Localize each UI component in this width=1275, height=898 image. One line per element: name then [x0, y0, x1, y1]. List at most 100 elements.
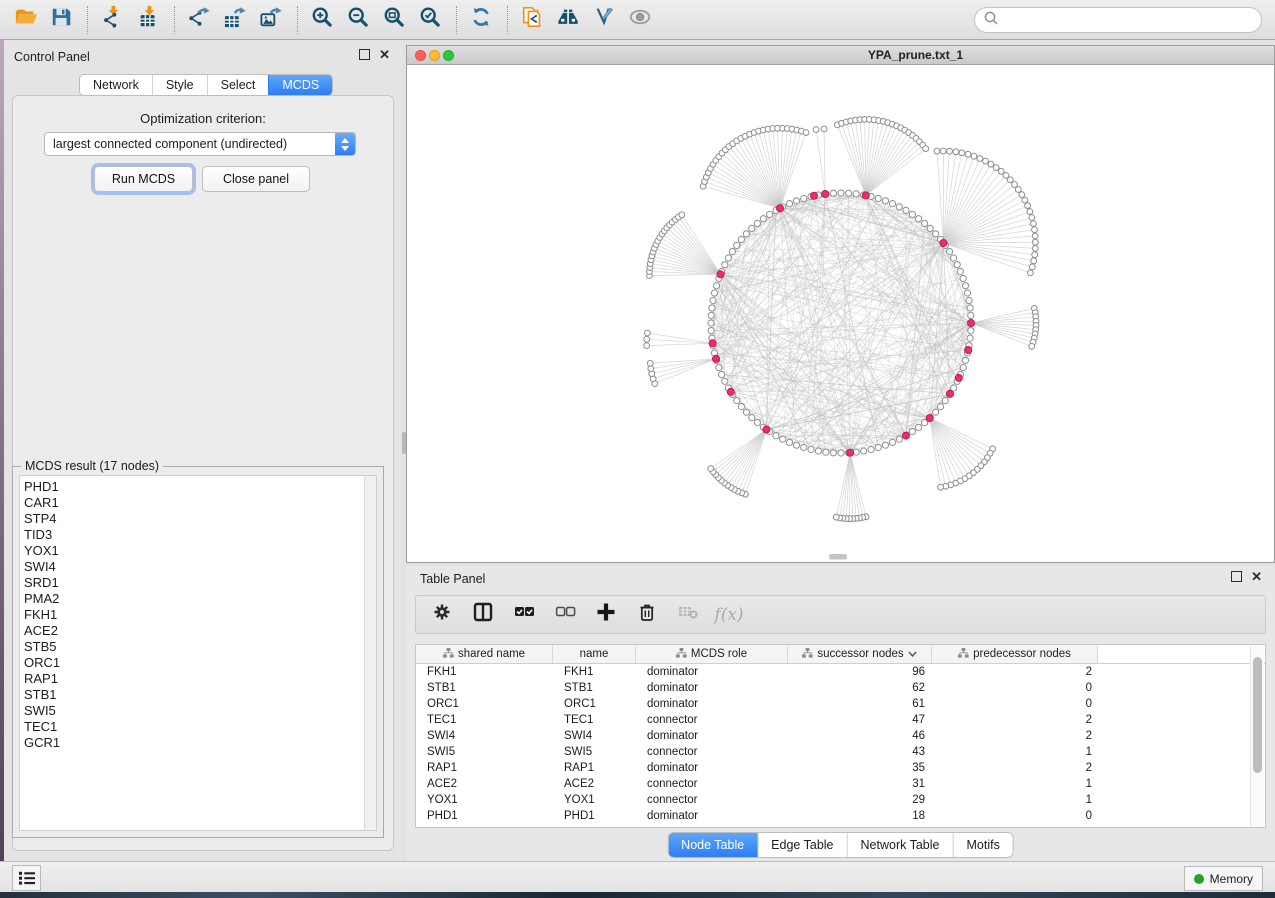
delete-entry-button[interactable] — [635, 603, 659, 627]
cell-shared-name[interactable]: PHD1 — [416, 810, 553, 822]
cell-MCDS-role[interactable]: dominator — [636, 810, 788, 822]
cell-shared-name[interactable]: FKH1 — [416, 666, 553, 678]
deselect-all-rows-button[interactable] — [553, 603, 577, 627]
tab-style[interactable]: Style — [152, 75, 207, 95]
cell-MCDS-role[interactable]: dominator — [636, 730, 788, 742]
cell-MCDS-role[interactable]: connector — [636, 746, 788, 758]
cell-successor-nodes[interactable]: 47 — [788, 714, 932, 726]
add-entry-button[interactable] — [594, 603, 618, 627]
refresh-view-button[interactable] — [464, 4, 500, 36]
mcds-result-item[interactable]: FKH1 — [24, 607, 376, 623]
cell-predecessor-nodes[interactable]: 2 — [932, 666, 1098, 678]
float-panel-icon[interactable] — [359, 49, 370, 60]
mcds-result-item[interactable]: TEC1 — [24, 719, 376, 735]
close-table-panel-icon[interactable]: ✕ — [1251, 572, 1262, 581]
network-canvas[interactable] — [407, 64, 1274, 562]
table-scrollbar-thumb[interactable] — [1253, 657, 1262, 773]
column-header-successor-nodes[interactable]: successor nodes — [788, 645, 932, 663]
zoom-in-button[interactable] — [305, 4, 341, 36]
table-row[interactable]: FKH1FKH1dominator962 — [416, 664, 1265, 680]
column-header-MCDS-role[interactable]: MCDS role — [636, 645, 788, 663]
cell-MCDS-role[interactable]: dominator — [636, 682, 788, 694]
column-header-predecessor-nodes[interactable]: predecessor nodes — [932, 645, 1098, 663]
table-row[interactable]: SWI4SWI4dominator462 — [416, 728, 1265, 744]
cell-name[interactable]: SWI5 — [553, 746, 636, 758]
float-table-panel-icon[interactable] — [1231, 571, 1242, 582]
cell-shared-name[interactable]: YOX1 — [416, 794, 553, 806]
mcds-result-item[interactable]: PMA2 — [24, 591, 376, 607]
table-row[interactable]: STB1STB1dominator620 — [416, 680, 1265, 696]
cell-shared-name[interactable]: ORC1 — [416, 698, 553, 710]
mcds-result-item[interactable]: ORC1 — [24, 655, 376, 671]
cell-predecessor-nodes[interactable]: 1 — [932, 794, 1098, 806]
table-row[interactable]: TEC1TEC1connector472 — [416, 712, 1265, 728]
table-row[interactable]: ACE2ACE2connector311 — [416, 776, 1265, 792]
tab-network[interactable]: Network — [80, 75, 152, 95]
cell-name[interactable]: RAP1 — [553, 762, 636, 774]
run-mcds-button[interactable]: Run MCDS — [94, 166, 193, 192]
window-minimize-traffic-light[interactable] — [429, 50, 440, 61]
window-close-traffic-light[interactable] — [415, 50, 426, 61]
cell-predecessor-nodes[interactable]: 2 — [932, 730, 1098, 742]
tab-select[interactable]: Select — [207, 75, 269, 95]
toggle-panel-layout-button[interactable] — [471, 603, 495, 627]
mcds-result-item[interactable]: RAP1 — [24, 671, 376, 687]
table-row[interactable]: YOX1YOX1connector291 — [416, 792, 1265, 808]
mcds-result-item[interactable]: TID3 — [24, 527, 376, 543]
mcds-result-item[interactable]: YOX1 — [24, 543, 376, 559]
cell-shared-name[interactable]: RAP1 — [416, 762, 553, 774]
mcds-result-item[interactable]: SRD1 — [24, 575, 376, 591]
cell-name[interactable]: TEC1 — [553, 714, 636, 726]
cell-successor-nodes[interactable]: 62 — [788, 682, 932, 694]
memory-button[interactable]: Memory — [1184, 866, 1263, 891]
zoom-fit-button[interactable] — [377, 4, 413, 36]
cell-name[interactable]: ORC1 — [553, 698, 636, 710]
cell-successor-nodes[interactable]: 43 — [788, 746, 932, 758]
table-tab-motifs[interactable]: Motifs — [952, 833, 1012, 857]
cell-shared-name[interactable]: TEC1 — [416, 714, 553, 726]
cell-name[interactable]: SWI4 — [553, 730, 636, 742]
save-session-button[interactable] — [44, 4, 80, 36]
mcds-result-item[interactable]: STP4 — [24, 511, 376, 527]
export-table-button[interactable] — [218, 4, 254, 36]
edit-annotations-button[interactable] — [587, 4, 623, 36]
export-network-button[interactable] — [182, 4, 218, 36]
mcds-result-item[interactable]: SWI4 — [24, 559, 376, 575]
column-header-shared-name[interactable]: shared name — [416, 645, 553, 663]
mcds-result-item[interactable]: CAR1 — [24, 495, 376, 511]
cell-name[interactable]: FKH1 — [553, 666, 636, 678]
mcds-result-list[interactable]: PHD1CAR1STP4TID3YOX1SWI4SRD1PMA2FKH1ACE2… — [19, 475, 377, 831]
cell-name[interactable]: ACE2 — [553, 778, 636, 790]
task-history-button[interactable] — [12, 865, 41, 891]
network-hscrollbar-thumb[interactable] — [829, 554, 847, 560]
table-tab-edge-table[interactable]: Edge Table — [757, 833, 846, 857]
mcds-result-item[interactable]: STB1 — [24, 687, 376, 703]
mcds-result-item[interactable]: ACE2 — [24, 623, 376, 639]
cell-predecessor-nodes[interactable]: 0 — [932, 810, 1098, 822]
cell-name[interactable]: PHD1 — [553, 810, 636, 822]
cell-predecessor-nodes[interactable]: 1 — [932, 778, 1098, 790]
mcds-result-item[interactable]: GCR1 — [24, 735, 376, 751]
search-box[interactable] — [974, 7, 1262, 33]
mcds-result-item[interactable]: PHD1 — [24, 479, 376, 495]
table-row[interactable]: PHD1PHD1dominator180 — [416, 808, 1265, 824]
cell-predecessor-nodes[interactable]: 0 — [932, 698, 1098, 710]
close-panel-icon[interactable]: ✕ — [379, 50, 390, 59]
search-input[interactable] — [999, 12, 1261, 28]
cell-successor-nodes[interactable]: 35 — [788, 762, 932, 774]
cell-MCDS-role[interactable]: dominator — [636, 666, 788, 678]
cell-shared-name[interactable]: SWI5 — [416, 746, 553, 758]
column-header-name[interactable]: name — [553, 645, 636, 663]
table-tab-node-table[interactable]: Node Table — [668, 833, 757, 857]
table-tab-network-table[interactable]: Network Table — [847, 833, 953, 857]
close-panel-button[interactable]: Close panel — [202, 166, 310, 192]
zoom-out-button[interactable] — [341, 4, 377, 36]
cell-name[interactable]: YOX1 — [553, 794, 636, 806]
import-network-button[interactable] — [95, 4, 131, 36]
mcds-result-item[interactable]: STB5 — [24, 639, 376, 655]
open-file-button[interactable] — [8, 4, 44, 36]
cell-shared-name[interactable]: STB1 — [416, 682, 553, 694]
cell-predecessor-nodes[interactable]: 0 — [932, 682, 1098, 694]
column-settings-button[interactable] — [430, 603, 454, 627]
table-row[interactable]: SWI5SWI5connector431 — [416, 744, 1265, 760]
